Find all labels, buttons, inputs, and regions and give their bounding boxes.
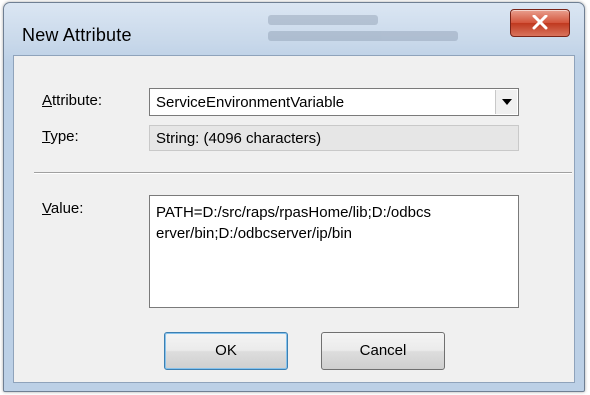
attribute-select-value: ServiceEnvironmentVariable (156, 94, 345, 111)
title-bar[interactable]: New Attribute (4, 3, 584, 55)
separator (34, 172, 572, 174)
attribute-label: Attribute: (42, 92, 103, 109)
dialog-body: Attribute: ServiceEnvironmentVariable Ty… (13, 55, 575, 383)
type-value: String: (4096 characters) (156, 130, 322, 147)
dialog-window: New Attribute Attribute: ServiceEnvironm… (3, 2, 585, 392)
value-text: PATH=D:/src/raps/rpasHome/lib;D:/odbcs e… (156, 204, 431, 242)
value-textarea[interactable]: PATH=D:/src/raps/rpasHome/lib;D:/odbcs e… (149, 195, 519, 308)
cancel-button[interactable]: Cancel (321, 332, 445, 370)
close-icon (532, 15, 548, 30)
attribute-select[interactable]: ServiceEnvironmentVariable (149, 88, 519, 116)
type-label: Type: (42, 128, 79, 145)
type-field: String: (4096 characters) (149, 125, 519, 151)
close-button[interactable] (510, 9, 570, 37)
window-title: New Attribute (22, 25, 132, 45)
chevron-down-icon (502, 99, 512, 105)
value-label: Value: (42, 200, 84, 217)
attribute-dropdown-button[interactable] (495, 90, 517, 114)
ok-button[interactable]: OK (164, 332, 288, 370)
